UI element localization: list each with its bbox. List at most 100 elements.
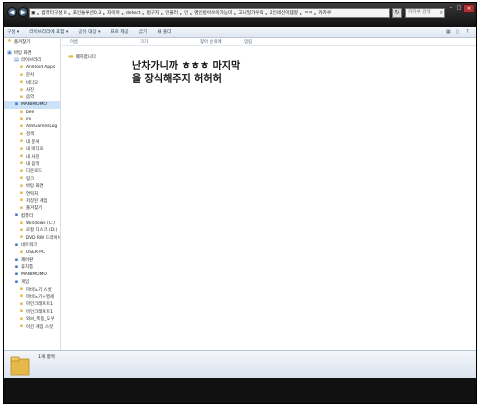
close-button[interactable]: ✕ — [463, 4, 475, 13]
folder-icon: ▬ — [68, 53, 74, 60]
preview-pane-icon[interactable]: ▯ — [456, 29, 462, 35]
sidebar-item[interactable]: ▪ Windows (C:) — [4, 219, 60, 226]
column-header-date[interactable]: 찾아 순의에 — [200, 39, 222, 45]
sidebar-item[interactable]: ▪ ini — [4, 116, 60, 123]
folder-icon: ▪ — [19, 145, 24, 152]
column-header-name[interactable]: 이름 — [70, 39, 78, 45]
sidebar-item-label: 외씨_폭동_도우 — [26, 317, 55, 323]
sidebar-item[interactable]: ▪ 마인크래프트1 — [4, 308, 60, 315]
search-icon[interactable]: ⌕ — [440, 9, 443, 17]
sidebar-item[interactable]: ▪ 링크 — [4, 175, 60, 182]
sidebar-item[interactable]: ▪ 바탕 화면 — [4, 182, 60, 189]
breadcrumb-item[interactable]: detect — [125, 11, 142, 16]
folder-icon: ▪ — [19, 226, 24, 233]
toolbar-item[interactable]: 공유 대상 ▾ — [78, 29, 100, 35]
breadcrumb-item[interactable]: 포인들루션0.3 — [72, 10, 102, 16]
breadcrumb-item[interactable]: 법구지 — [146, 10, 161, 16]
folder-icon: ▪ — [19, 116, 24, 123]
sidebar-item[interactable]: ▪ 내 비디오 — [4, 145, 60, 152]
folder-icon: ▣ — [7, 49, 12, 56]
sidebar-item[interactable]: ▪ Android Apps — [4, 64, 60, 71]
breadcrumb-item[interactable]: ㅋㅋ — [303, 10, 313, 16]
toolbar-item[interactable]: 구성 ▾ — [7, 29, 19, 35]
sidebar-item-label: 사진 — [26, 88, 35, 94]
folder-icon: ▪ — [19, 93, 24, 100]
sidebar-item-label: 제어판 — [21, 258, 34, 264]
forward-button[interactable]: ▶ — [18, 7, 28, 17]
sidebar-item[interactable]: ▪ 제어판 — [4, 256, 60, 263]
sidebar-item-label: 내 음악 — [26, 161, 40, 167]
folder-icon: ▪ — [19, 108, 24, 115]
folder-icon: ▪ — [19, 167, 24, 174]
sidebar-item[interactable]: ▪ 연락처 — [4, 190, 60, 197]
file-item[interactable]: ▬ 폐하합니다 — [68, 53, 96, 60]
sidebar-item[interactable]: ▤ 라이브러리 — [4, 57, 60, 64]
breadcrumb-item[interactable]: 고니밀가우릭 — [237, 10, 264, 16]
folder-icon: ▪ — [19, 64, 24, 71]
sidebar-item-label: 이건 게임 스샷 — [26, 324, 54, 330]
refresh-button[interactable]: ↻ — [392, 8, 402, 18]
sidebar-item[interactable]: ▪ 내 음악 — [4, 160, 60, 167]
sidebar-item-label: USER-PC — [26, 250, 45, 256]
toolbar-item[interactable]: 굽기 — [139, 29, 147, 35]
breadcrumb-item[interactable]: 자이아 — [106, 10, 121, 16]
sidebar-item[interactable]: ▪ 내 사진 — [4, 153, 60, 160]
sidebar-item[interactable]: ▪ 네트워크 — [4, 242, 60, 249]
breadcrumb-item[interactable]: 컴퓨터구성 II — [40, 10, 67, 16]
back-button[interactable]: ◀ — [7, 7, 17, 17]
sidebar-item[interactable]: ▪ 저장된 게임 — [4, 197, 60, 204]
sidebar-item[interactable]: ▪ 마비노기 스샷 — [4, 286, 60, 293]
folder-icon: ▪ — [14, 101, 19, 108]
breadcrumb-item[interactable]: 인플러 — [164, 10, 179, 16]
sidebar-item[interactable]: ▪ USER-PC — [4, 249, 60, 256]
breadcrumb-item[interactable]: 카카쿠 — [317, 10, 332, 16]
sidebar-item[interactable]: ▪ 마인크래프트1 — [4, 301, 60, 308]
folder-icon: ▪ — [19, 160, 24, 167]
minimize-button[interactable]: – — [447, 4, 455, 13]
sidebar-item[interactable]: ▪ MANIMOMO — [4, 101, 60, 109]
folder-icon — [10, 356, 30, 376]
sidebar-item[interactable]: ▪ 즐겨찾기 — [4, 205, 60, 212]
address-bar[interactable]: ▣ ▸ 컴퓨터구성 II ▸ 포인들루션0.3 ▸ 자이아 ▸ detect ▸ 법구지 ▸ 인플러 ▸ 인… — [29, 8, 390, 18]
toolbar-item[interactable]: 새 폴더 — [157, 29, 171, 35]
sidebar-item[interactable]: ▪ 비디오 — [4, 79, 60, 86]
sidebar-item[interactable]: ★ 즐겨찾기 — [4, 38, 60, 45]
sidebar-item[interactable]: ▪ 음악 — [4, 94, 60, 101]
sidebar-item[interactable]: ▪ 사진 — [4, 86, 60, 93]
sidebar-item-label: 라이브러리 — [21, 58, 42, 64]
sidebar-item[interactable]: ▪ 다운로드 — [4, 168, 60, 175]
breadcrumb-item[interactable]: 명인방아쓰이가능미 — [193, 10, 233, 16]
maximize-button[interactable]: □ — [455, 4, 463, 13]
help-icon[interactable]: ? — [466, 29, 472, 35]
sidebar-item[interactable]: ▪ 마비노기+영세 — [4, 293, 60, 300]
search-input[interactable]: 카카쿠 검색 ⌕ — [405, 8, 445, 18]
sidebar-item[interactable]: ▣ 바탕 화면 — [4, 49, 60, 56]
sidebar-item[interactable]: ▪ 이건 게임 스샷 — [4, 323, 60, 330]
sidebar-item[interactable]: ▪ 컴퓨터 — [4, 212, 60, 219]
sidebar-item[interactable]: ▪ 검색 — [4, 131, 60, 138]
sidebar-item[interactable]: ▪ AdsGamesLog — [4, 123, 60, 130]
sidebar-item-label: 마인크래프트1 — [26, 309, 54, 315]
folder-icon: ▪ — [19, 123, 24, 130]
sidebar-item[interactable]: ▪ 외씨_폭동_도우 — [4, 315, 60, 322]
sidebar-item[interactable]: ▪ MANIMOMO — [4, 271, 60, 278]
sidebar-item[interactable]: ▪ 게임 — [4, 279, 60, 286]
view-options-icon[interactable]: ▦ — [446, 29, 452, 35]
toolbar-item[interactable]: 라이브러리에 포함 ▾ — [29, 29, 68, 35]
sidebar-item-label: 컴퓨터 — [21, 213, 34, 219]
sidebar-item-label: 내 문서 — [26, 139, 40, 145]
sidebar-item[interactable]: ▪ 휴지통 — [4, 264, 60, 271]
column-header-size[interactable]: 크기 — [140, 39, 148, 45]
folder-icon: ▪ — [19, 308, 24, 315]
sidebar-item[interactable]: ▪ 문서 — [4, 72, 60, 79]
sidebar-item[interactable]: ▪ 로컬 디스크 (D:) — [4, 227, 60, 234]
sidebar-item-label: 네트워크 — [21, 243, 38, 249]
sidebar-item[interactable]: ▪ bee — [4, 109, 60, 116]
sidebar-item[interactable]: ▪ DVD RW 드라이브 — [4, 234, 60, 241]
sidebar-item-label: 검색 — [26, 132, 35, 138]
toolbar-item[interactable]: 프로 제공 — [110, 29, 128, 35]
breadcrumb-item[interactable]: 2인네신이템량 — [269, 10, 299, 16]
column-header-type[interactable]: 업림 — [244, 39, 252, 45]
sidebar-item-label: AdsGamesLog — [26, 124, 58, 130]
sidebar-item[interactable]: ▪ 내 문서 — [4, 138, 60, 145]
